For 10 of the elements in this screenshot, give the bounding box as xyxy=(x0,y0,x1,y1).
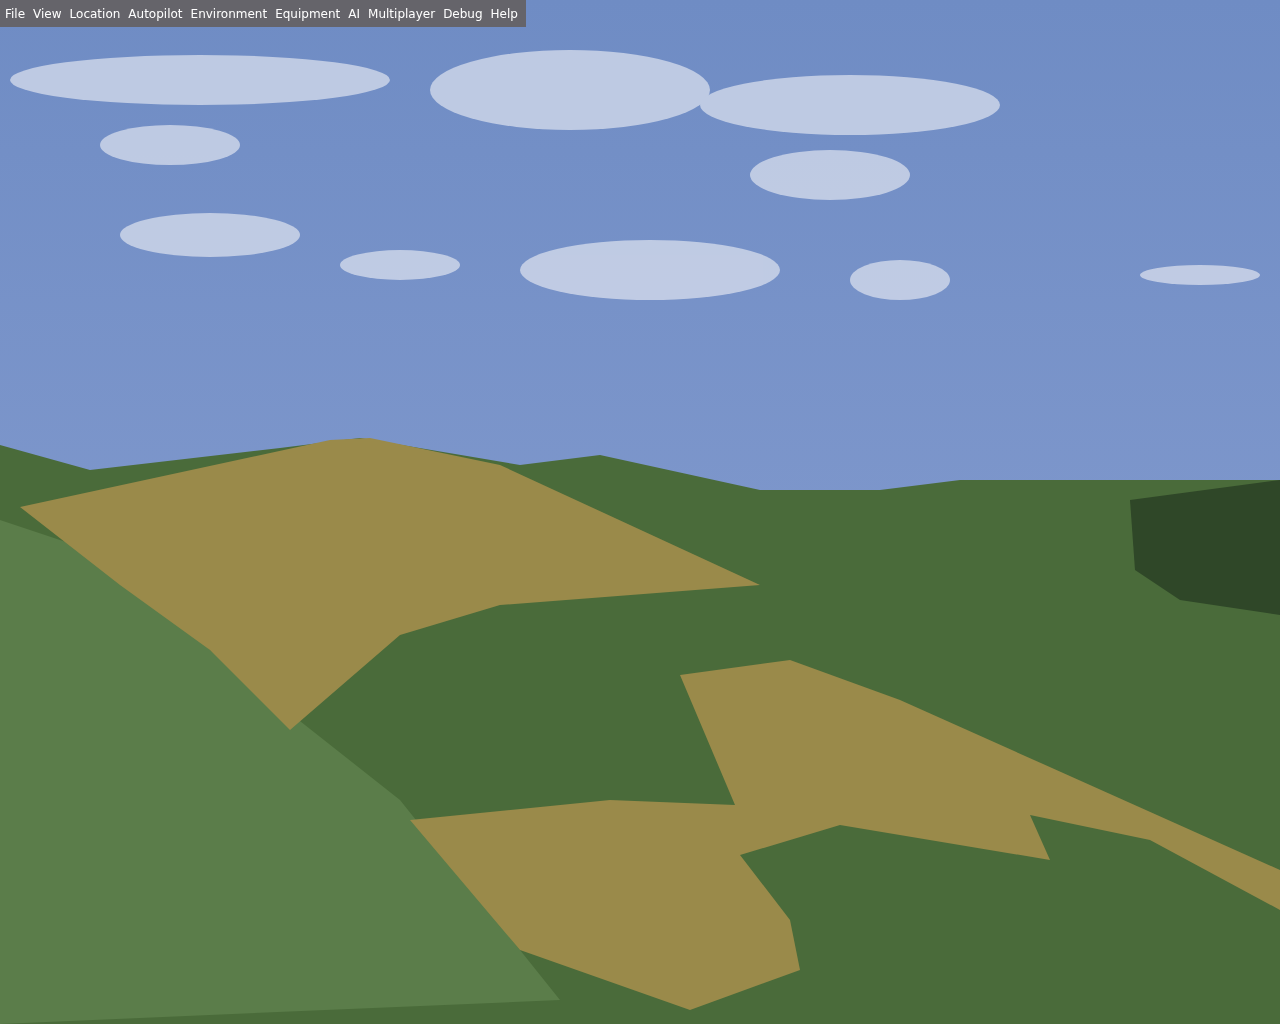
menu-item[interactable]: Autopilot xyxy=(124,7,187,20)
menu-item[interactable]: View xyxy=(29,7,66,20)
menu-item[interactable]: AI xyxy=(344,7,365,20)
menu-item[interactable]: Equipment xyxy=(271,7,345,20)
menu-item[interactable]: Help xyxy=(486,7,522,20)
menu-item[interactable]: File xyxy=(1,7,30,20)
menu-item[interactable]: Environment xyxy=(186,7,272,20)
menu-item[interactable]: Debug xyxy=(439,7,487,20)
menu-item[interactable]: Location xyxy=(65,7,125,20)
menu-item[interactable]: Multiplayer xyxy=(364,7,440,20)
